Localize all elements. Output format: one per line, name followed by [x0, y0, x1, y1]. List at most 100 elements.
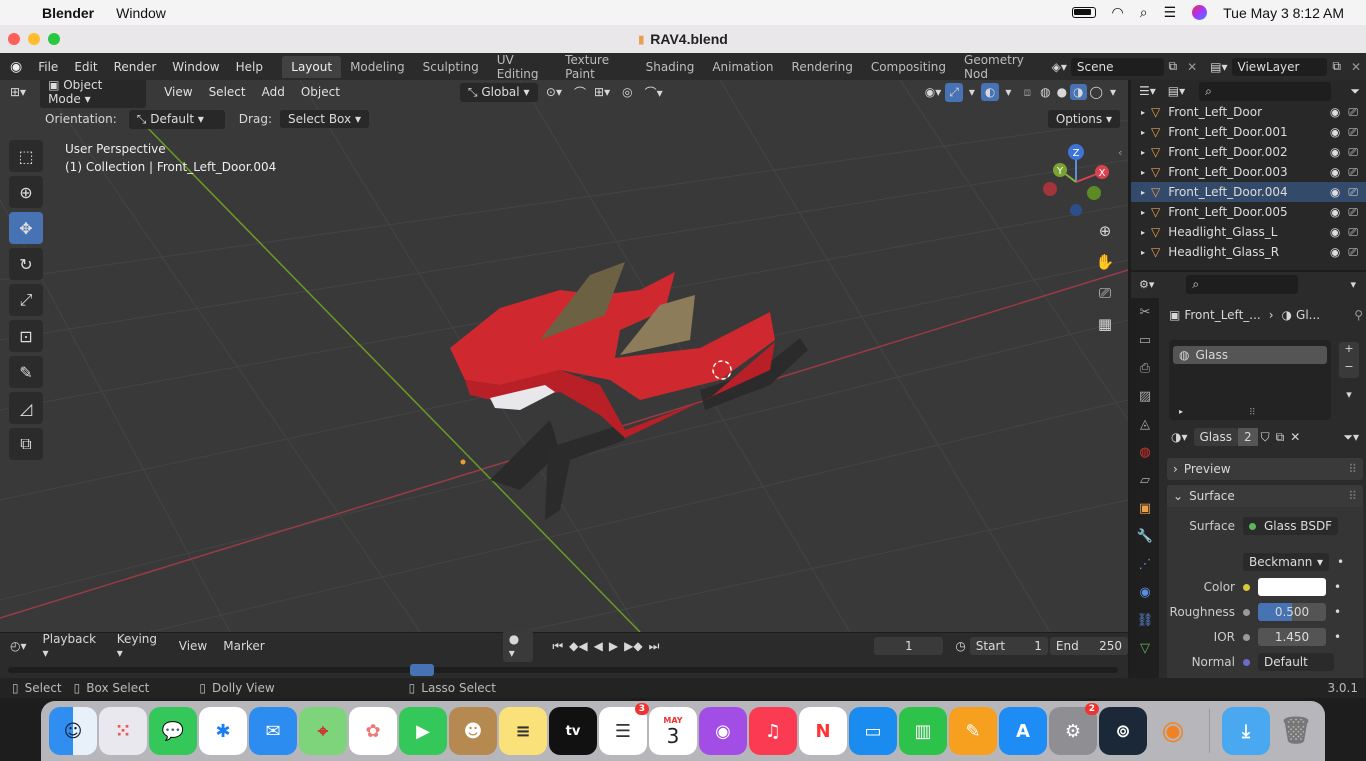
- timeline-scrubber[interactable]: [8, 664, 1118, 676]
- jump-keyframe-back-icon[interactable]: ◆◀: [566, 639, 590, 653]
- safari-icon[interactable]: ✱: [199, 707, 247, 755]
- data-tab-icon[interactable]: ▽: [1131, 634, 1159, 662]
- render-camera-icon[interactable]: ⎚: [1348, 165, 1366, 180]
- calendar-icon[interactable]: MAY 3: [649, 707, 697, 755]
- tab-layout[interactable]: Layout: [282, 55, 342, 78]
- playhead[interactable]: [410, 664, 434, 676]
- roughness-slider[interactable]: 0.500: [1258, 603, 1326, 621]
- clock[interactable]: Tue May 3 8:12 AM: [1223, 5, 1344, 21]
- render-camera-icon[interactable]: ⎚: [1348, 245, 1366, 260]
- wifi-icon[interactable]: ◠: [1112, 4, 1124, 21]
- scene-selector-icon[interactable]: ◈▾: [1048, 60, 1071, 74]
- expand-arrow-icon[interactable]: ▸: [1131, 188, 1151, 197]
- timeline-menu-view[interactable]: View: [171, 639, 215, 653]
- surface-panel-header[interactable]: ⌄ Surface ⠿: [1167, 485, 1363, 507]
- visibility-eye-icon[interactable]: ◉: [1330, 185, 1348, 199]
- notes-icon[interactable]: ≡: [499, 707, 547, 755]
- output-tab-icon[interactable]: ⎙: [1131, 354, 1159, 382]
- battery-icon[interactable]: [1071, 7, 1096, 18]
- app-store-icon[interactable]: A: [999, 707, 1047, 755]
- timeline-menu-marker[interactable]: Marker: [215, 639, 272, 653]
- finder-icon[interactable]: ☺: [49, 707, 97, 755]
- expand-arrow-icon[interactable]: ▸: [1131, 128, 1151, 137]
- overlay-toggle-icon[interactable]: ◐: [980, 83, 1000, 101]
- options-dropdown[interactable]: Options ▾: [1047, 110, 1120, 128]
- properties-editor-type-icon[interactable]: ⚙▾: [1131, 278, 1160, 291]
- visibility-icon[interactable]: ◉▾: [921, 85, 946, 99]
- outliner-editor-type-icon[interactable]: ☰▾: [1131, 84, 1162, 98]
- outliner-item[interactable]: ▸ ▽ Front_Left_Door.001 ◉ ⎚: [1131, 122, 1366, 142]
- render-camera-icon[interactable]: ⎚: [1348, 205, 1366, 220]
- music-icon[interactable]: ♫: [749, 707, 797, 755]
- new-scene-icon[interactable]: ⧉: [1164, 59, 1183, 74]
- blender-icon[interactable]: ◉: [1149, 707, 1197, 755]
- facetime-icon[interactable]: ▶: [399, 707, 447, 755]
- 3d-viewport[interactable]: ⊞▾ ▣ Object Mode ▾ View Select Add Objec…: [0, 80, 1128, 632]
- close-window-button[interactable]: [8, 33, 20, 45]
- surface-shader-field[interactable]: Glass BSDF: [1243, 517, 1339, 535]
- render-camera-icon[interactable]: ⎚: [1348, 105, 1366, 120]
- modifier-tab-icon[interactable]: 🔧: [1131, 522, 1159, 550]
- filter-icon[interactable]: ⏷: [1350, 84, 1366, 99]
- tab-compositing[interactable]: Compositing: [862, 56, 955, 78]
- properties-options-icon[interactable]: ▾: [1350, 278, 1366, 291]
- transform-tool[interactable]: ⊡: [9, 320, 43, 352]
- remove-slot-button[interactable]: −: [1339, 360, 1359, 378]
- list-resize-handle[interactable]: ⠿: [1249, 408, 1256, 418]
- reminders-icon[interactable]: ☰ 3: [599, 703, 649, 755]
- xray-icon[interactable]: ⧈: [1017, 85, 1037, 100]
- window-menu[interactable]: Window: [105, 5, 177, 21]
- timeline-menu-keying[interactable]: Keying ▾: [109, 632, 171, 660]
- menu-window[interactable]: Window: [164, 60, 227, 74]
- fake-user-icon[interactable]: ⛉: [1258, 430, 1273, 445]
- expand-arrow-icon[interactable]: ▸: [1131, 228, 1151, 237]
- downloads-folder-icon[interactable]: ⤓: [1222, 707, 1270, 755]
- timeline-editor-type-icon[interactable]: ◴▾: [0, 639, 35, 653]
- minimize-window-button[interactable]: [28, 33, 40, 45]
- outliner-item[interactable]: ▸ ▽ Headlight_Glass_R ◉ ⎚: [1131, 242, 1366, 262]
- photos-icon[interactable]: ✿: [349, 707, 397, 755]
- falloff-icon[interactable]: ⌒▾: [641, 84, 667, 101]
- outliner-search-input[interactable]: ⌕: [1199, 81, 1332, 101]
- proportional-edit-icon[interactable]: ◎: [614, 85, 640, 99]
- gizmo-menu-icon[interactable]: ▾: [963, 85, 981, 99]
- tab-modeling[interactable]: Modeling: [341, 56, 414, 78]
- menu-render[interactable]: Render: [106, 60, 165, 74]
- viewport-menu-select[interactable]: Select: [201, 83, 254, 101]
- panel-drag-handle[interactable]: ⠿: [1348, 462, 1363, 476]
- viewport-menu-add[interactable]: Add: [254, 83, 293, 101]
- orientation-dropdown[interactable]: ⤡ Default ▾: [128, 109, 225, 129]
- particles-tab-icon[interactable]: ⋰: [1131, 550, 1159, 578]
- steam-icon[interactable]: ⊚: [1099, 707, 1147, 755]
- ior-field[interactable]: 1.450: [1258, 628, 1326, 646]
- tab-sculpting[interactable]: Sculpting: [414, 56, 488, 78]
- view-layer-field[interactable]: ViewLayer: [1231, 57, 1328, 76]
- link-type-icon[interactable]: ⏷▾: [1343, 430, 1363, 445]
- outliner-item[interactable]: ▸ ▽ Headlight_Glass_L ◉ ⎚: [1131, 222, 1366, 242]
- render-camera-icon[interactable]: ⎚: [1348, 185, 1366, 200]
- pin-icon[interactable]: ⚲: [1354, 308, 1363, 322]
- ior-socket-icon[interactable]: [1243, 633, 1250, 641]
- tab-rendering[interactable]: Rendering: [783, 56, 862, 78]
- remove-view-layer-icon[interactable]: ✕: [1346, 60, 1366, 74]
- view-layer-tab-icon[interactable]: ▨: [1131, 382, 1159, 410]
- gizmo-toggle-icon[interactable]: ⤢: [945, 82, 963, 102]
- menu-help[interactable]: Help: [228, 60, 271, 74]
- color-swatch[interactable]: [1258, 578, 1326, 596]
- overlay-menu-icon[interactable]: ▾: [999, 85, 1017, 99]
- apple-tv-icon[interactable]: tv: [549, 707, 597, 755]
- expand-list-icon[interactable]: ▸: [1179, 407, 1183, 416]
- constraints-tab-icon[interactable]: ⛓: [1131, 606, 1159, 634]
- expand-arrow-icon[interactable]: ▸: [1131, 208, 1151, 217]
- render-camera-icon[interactable]: ⎚: [1348, 145, 1366, 160]
- menu-edit[interactable]: Edit: [66, 60, 105, 74]
- messages-icon[interactable]: 💬: [149, 707, 197, 755]
- perspective-toggle-icon[interactable]: ▦: [1092, 315, 1118, 346]
- visibility-eye-icon[interactable]: ◉: [1330, 105, 1348, 119]
- select-box-tool[interactable]: ⬚: [9, 140, 43, 172]
- outliner-item[interactable]: ▸ ▽ Front_Left_Door ◉ ⎚: [1131, 102, 1366, 122]
- mode-selector[interactable]: ▣ Object Mode ▾: [40, 80, 147, 108]
- sidebar-toggle-icon[interactable]: ‹: [1118, 146, 1122, 159]
- siri-icon[interactable]: [1192, 5, 1208, 20]
- roughness-socket-icon[interactable]: [1243, 608, 1250, 616]
